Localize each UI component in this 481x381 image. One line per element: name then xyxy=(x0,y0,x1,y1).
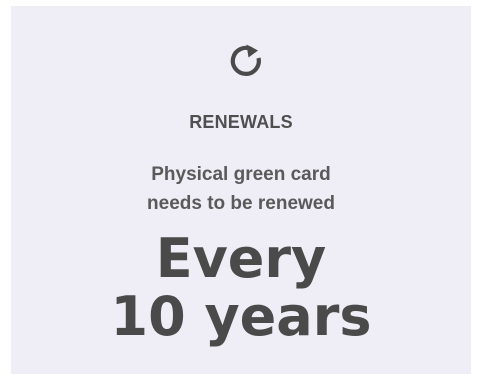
card-value: Every 10 years xyxy=(11,230,471,346)
refresh-icon xyxy=(230,44,261,76)
card-heading: RENEWALS xyxy=(189,112,293,132)
description-line: needs to be renewed xyxy=(147,193,335,214)
value-line: 10 years xyxy=(110,285,372,348)
renewals-card: RENEWALS Physical green card needs to be… xyxy=(11,6,471,374)
description-line: Physical green card xyxy=(151,164,331,185)
card-description: Physical green card needs to be renewed xyxy=(11,160,471,218)
value-line: Every xyxy=(155,227,327,290)
